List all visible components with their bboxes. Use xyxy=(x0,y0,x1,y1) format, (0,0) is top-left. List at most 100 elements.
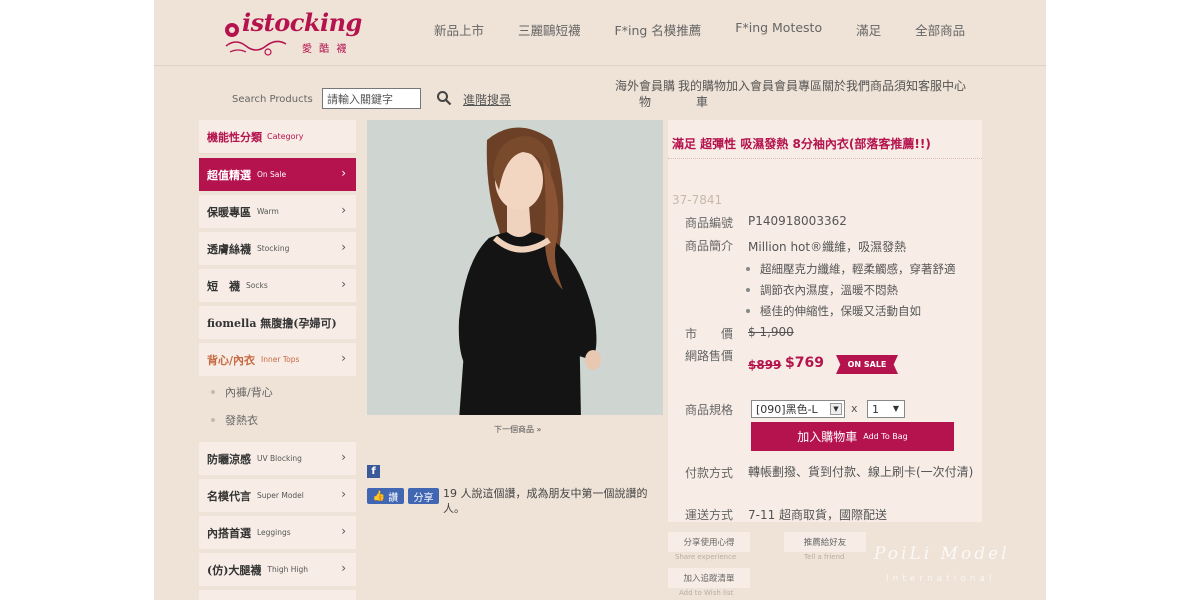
intro-label: 商品簡介 xyxy=(685,239,734,253)
sku-label: 商品編號 xyxy=(685,216,734,230)
thumbs-up-icon: 👍 xyxy=(372,490,386,502)
tell-friend-button[interactable]: 推薦給好友 xyxy=(784,532,866,552)
sidebar-item-leggings[interactable]: 內搭首選 Leggings › xyxy=(199,516,356,549)
quantity-select[interactable]: 1 ▼ xyxy=(867,400,905,418)
nav-sanrio-socks[interactable]: 三麗鷗短襪 xyxy=(518,20,581,39)
brand-subtitle: 愛 酷 襪 xyxy=(302,44,349,55)
add-to-cart-label-en: Add To Bag xyxy=(863,432,908,441)
sidebar-item-label: 背心/內衣 xyxy=(207,353,256,367)
sidebar-item-label: 防曬涼感 xyxy=(207,452,251,466)
wishlist-label: 加入追蹤清單 xyxy=(683,574,735,584)
sidebar-item-fiomella[interactable]: fiomella 無腹擔(孕婦可) xyxy=(199,306,356,339)
sidebar-item-label: 超值精選 xyxy=(207,168,251,182)
sidebar-header-zh: 機能性分類 xyxy=(207,130,262,144)
feature-list: 超細壓克力纖維，輕柔觸感，穿著舒適 調節衣內濕度，溫暖不悶熱 極佳的伸縮性，保暖… xyxy=(746,258,956,321)
sidebar-item-on-sale[interactable]: 超值精選 On Sale › xyxy=(199,158,356,191)
search-icon[interactable] xyxy=(436,90,452,106)
product-photo[interactable] xyxy=(367,120,663,415)
sidebar-item-pantyhose[interactable]: 褲 襪 xyxy=(199,590,356,600)
subnav-cart[interactable]: 我的購物車 xyxy=(678,78,726,110)
sidebar-item-label: (仿)大腿襪 xyxy=(207,563,262,577)
chevron-right-icon: › xyxy=(341,561,346,575)
chevron-right-icon: › xyxy=(341,203,346,217)
sidebar-item-super-model[interactable]: 名模代言 Super Model › xyxy=(199,479,356,512)
facebook-icon[interactable]: f xyxy=(367,465,380,478)
site-header: istocking 愛 酷 襪 新品上市 三麗鷗短襪 F*ing 名模推薦 F*… xyxy=(154,0,1046,66)
sku-value: P140918003362 xyxy=(748,214,847,228)
page: istocking 愛 酷 襪 新品上市 三麗鷗短襪 F*ing 名模推薦 F*… xyxy=(154,0,1046,600)
sidebar-item-uv-blocking[interactable]: 防曬涼感 UV Blocking › xyxy=(199,442,356,475)
chevron-right-icon: › xyxy=(341,487,346,501)
shipping-value: 7-11 超商取貨，國際配送 xyxy=(748,508,888,522)
watermark: PoiLi Model xyxy=(874,544,1010,564)
subnav-member-area[interactable]: 會員專區 xyxy=(774,78,822,110)
size-color-select[interactable]: [090]黑色-L ▼ xyxy=(751,400,845,418)
model-figure xyxy=(367,120,663,415)
nav-manzu[interactable]: 滿足 xyxy=(856,20,881,39)
divider xyxy=(668,158,982,159)
sidebar-item-label: 透膚絲襪 xyxy=(207,242,251,256)
wishlist-button[interactable]: 加入追蹤清單 xyxy=(668,568,750,588)
multiply-sign: x xyxy=(851,402,858,415)
chevron-right-icon: › xyxy=(341,277,346,291)
web-price-label: 網路售價 xyxy=(685,349,734,363)
sidebar-item-label: 保暖專區 xyxy=(207,205,251,219)
feature-item: 極佳的伸縮性，保暖又活動自如 xyxy=(746,300,956,321)
shipping-label: 運送方式 xyxy=(685,508,734,522)
facebook-share-button[interactable]: 分享 xyxy=(408,488,439,504)
next-item-link[interactable]: 下一個商品 » xyxy=(494,424,541,435)
product-code: 37-7841 xyxy=(672,193,723,207)
sidebar-item-en: On Sale xyxy=(257,170,287,179)
payment-value: 轉帳劃撥、貨到付款、線上刷卡(一次付清) xyxy=(748,465,974,479)
sidebar-item-en: Super Model xyxy=(257,491,304,500)
share-label: 分享 xyxy=(413,492,434,504)
tell-friend-label: 推薦給好友 xyxy=(803,538,847,548)
share-experience-button[interactable]: 分享使用心得 xyxy=(668,532,750,552)
sidebar-subitem-thermal[interactable]: 發熱衣 xyxy=(199,406,356,434)
sidebar-item-en: UV Blocking xyxy=(257,454,302,463)
chevron-right-icon: › xyxy=(341,450,346,464)
share-experience-en: Share experience xyxy=(675,553,737,561)
sidebar-item-inner-tops[interactable]: 背心/內衣 Inner Tops › xyxy=(199,343,356,376)
wishlist-en: Add to Wish list xyxy=(679,589,734,597)
subnav-notice[interactable]: 商品須知 xyxy=(870,78,918,110)
sidebar-subitem-underwear[interactable]: 內褲/背心 xyxy=(199,378,356,406)
chevron-right-icon: › xyxy=(341,524,346,538)
nav-model-recommend[interactable]: F*ing 名模推薦 xyxy=(615,20,702,39)
market-price-label: 市 價 xyxy=(685,327,734,341)
sidebar-item-en: Stocking xyxy=(257,244,290,253)
sidebar-item-socks[interactable]: 短 襪 Socks › xyxy=(199,269,356,302)
tell-friend-en: Tell a friend xyxy=(804,553,845,561)
brand-name: istocking xyxy=(242,8,362,37)
market-price-value: $ 1,900 xyxy=(748,325,794,339)
sidebar-subitem-label: 內褲/背心 xyxy=(225,386,273,399)
sidebar-item-warm[interactable]: 保暖專區 Warm › xyxy=(199,195,356,228)
subnav-about[interactable]: 關於我們 xyxy=(822,78,870,110)
dropdown-arrow-icon: ▼ xyxy=(830,403,842,415)
search-label: Search Products xyxy=(232,94,313,105)
subnav-service[interactable]: 客服中心 xyxy=(918,78,966,110)
sidebar-item-thigh-high[interactable]: (仿)大腿襪 Thigh High › xyxy=(199,553,356,586)
sidebar-item-stocking[interactable]: 透膚絲襪 Stocking › xyxy=(199,232,356,265)
search-bar: Search Products 進階搜尋 海外會員購物 我的購物車 加入會員 會… xyxy=(154,66,1046,120)
add-to-cart-button[interactable]: 加入購物車 Add To Bag xyxy=(751,422,954,451)
nav-all-products[interactable]: 全部商品 xyxy=(915,20,965,39)
nav-motesto[interactable]: F*ing Motesto xyxy=(735,20,822,39)
watermark-sub: International xyxy=(886,574,996,584)
share-experience-label: 分享使用心得 xyxy=(683,538,735,548)
payment-label: 付款方式 xyxy=(685,466,734,480)
dropdown-arrow-icon: ▼ xyxy=(892,404,900,413)
advanced-search-link[interactable]: 進階搜尋 xyxy=(463,91,511,108)
sidebar-item-en: Socks xyxy=(246,281,268,290)
site-logo[interactable]: istocking 愛 酷 襪 xyxy=(222,6,362,58)
subnav-overseas[interactable]: 海外會員購物 xyxy=(612,78,678,110)
product-title: 滿足 超彈性 吸濕發熱 8分袖內衣(部落客推薦!!) xyxy=(672,137,931,151)
bullet-icon xyxy=(211,418,215,422)
search-input[interactable] xyxy=(322,88,421,109)
subnav-join[interactable]: 加入會員 xyxy=(726,78,774,110)
chevron-right-icon: › xyxy=(341,166,346,180)
sidebar-item-en: Leggings xyxy=(257,528,291,537)
nav-new-arrivals[interactable]: 新品上市 xyxy=(434,20,484,39)
sidebar-item-en: Warm xyxy=(257,207,279,216)
facebook-like-button[interactable]: 👍 讚 xyxy=(367,488,404,504)
